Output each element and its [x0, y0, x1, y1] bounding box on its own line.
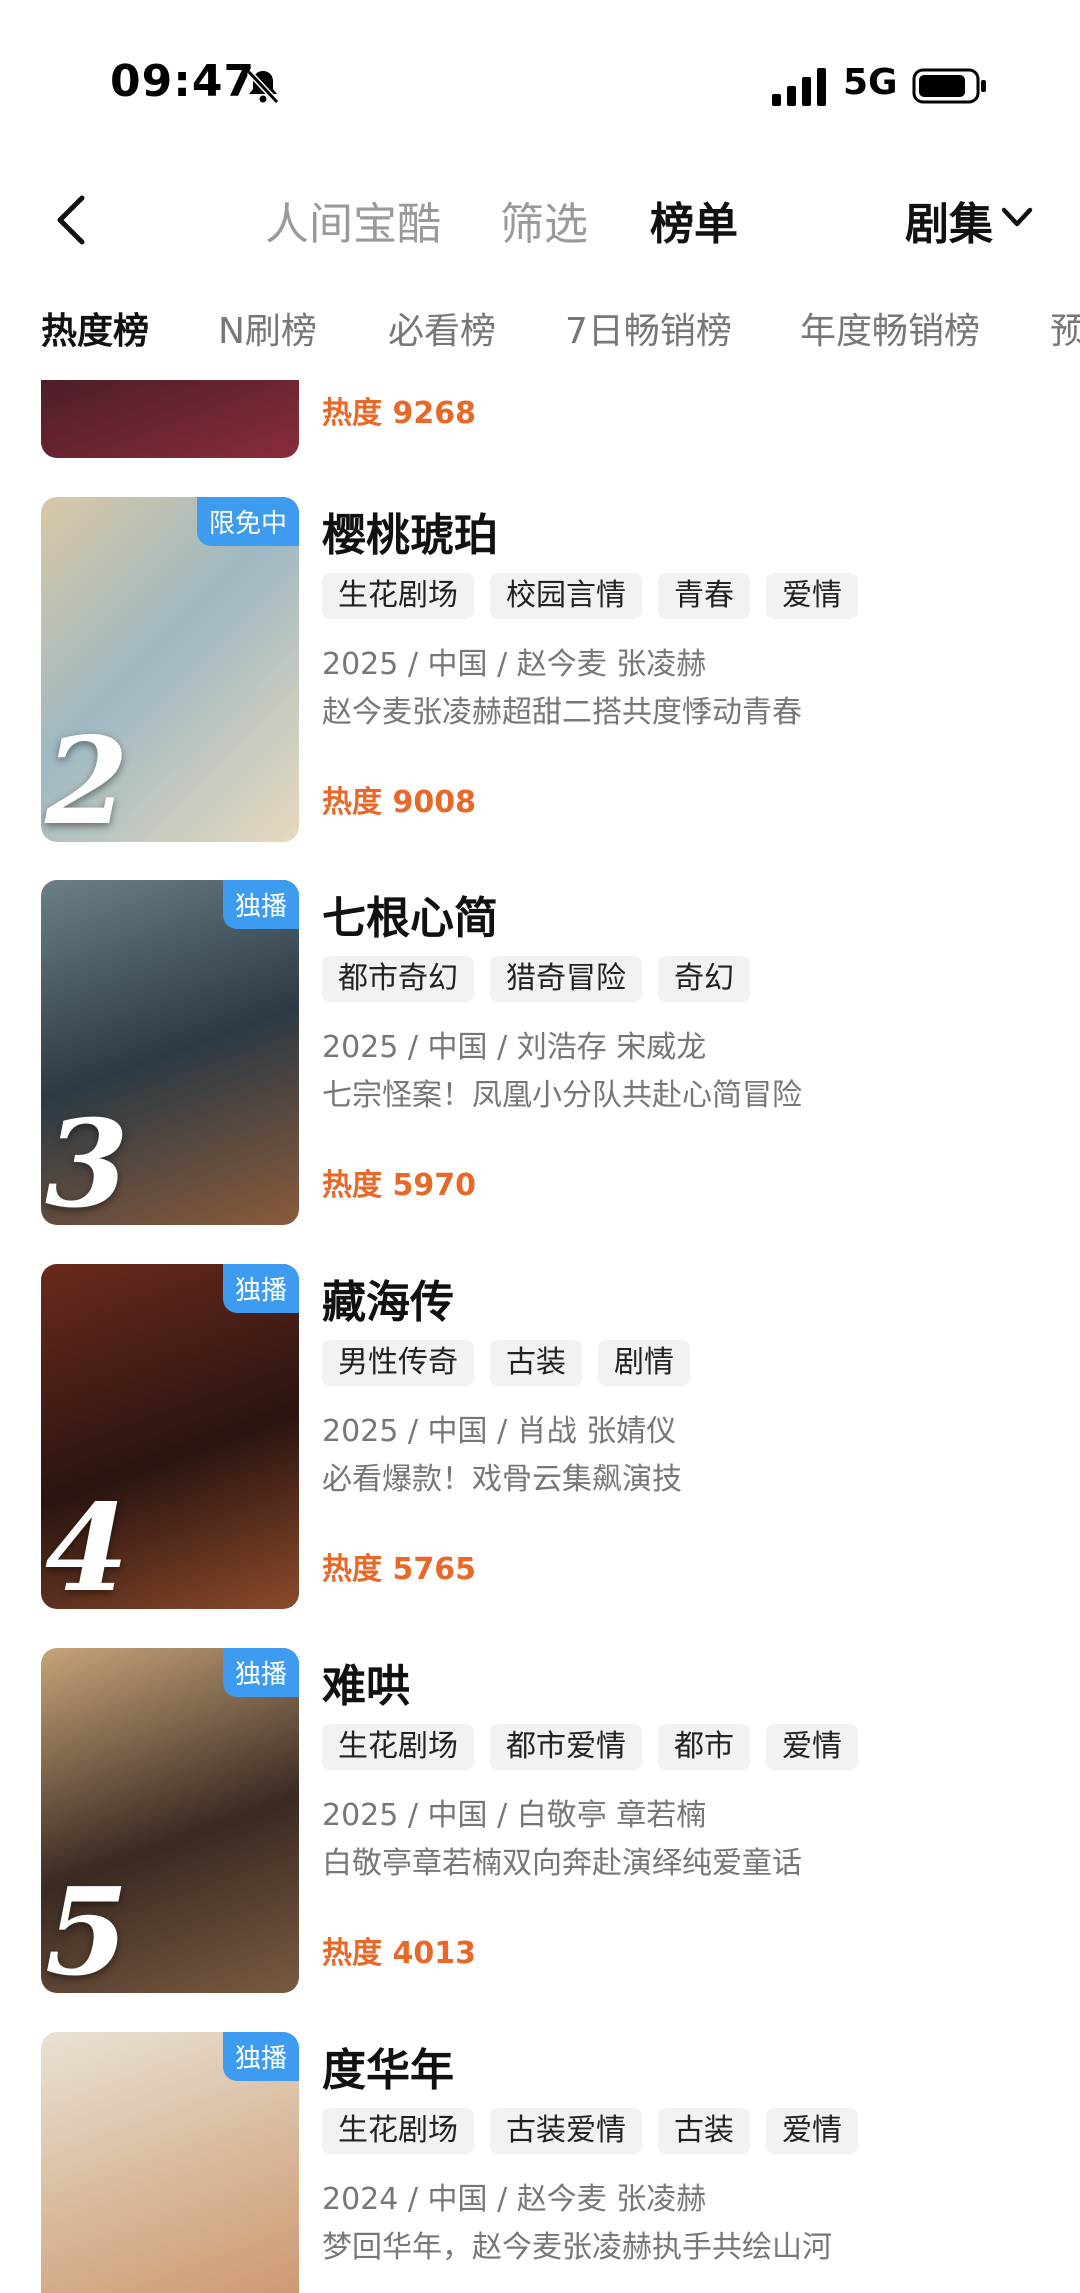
tag-list: 生花剧场 校园言情 青春 爱情 [322, 573, 874, 621]
subtab-annual-bestseller[interactable]: 年度畅销榜 [800, 302, 980, 354]
heat-score: 热度 9008 [322, 785, 476, 820]
tab-renjian-baoku[interactable]: 人间宝酷 [265, 188, 441, 252]
drama-ranking-list: 热度 9268 限免中 2 樱桃琥珀 生花剧场 校园言情 青春 爱情 2025 / 中… [0, 380, 1080, 2293]
list-item[interactable]: 独播 4 藏海传 男性传奇 古装 剧情 2025 / 中国 / 肖战 张婧仪 必看爆… [0, 1264, 1080, 1609]
poster-image[interactable]: 限免中 2 [41, 497, 299, 842]
drama-title[interactable]: 度华年 [322, 2034, 454, 2098]
drama-description: 七宗怪案！凤凰小分队共赴心简冒险 [322, 1078, 802, 1113]
tag[interactable]: 爱情 [766, 1724, 858, 1770]
tag[interactable]: 古装 [658, 2108, 750, 2154]
heat-score: 热度 4013 [322, 1936, 476, 1971]
status-badge: 独播 [222, 880, 299, 929]
heat-score: 热度 9268 [322, 396, 476, 431]
status-bar: 09:47 5G [0, 0, 1080, 170]
status-badge: 独播 [222, 2032, 299, 2081]
list-item[interactable]: 热度 9268 [0, 380, 1080, 458]
tag[interactable]: 都市 [658, 1724, 750, 1770]
tab-rankings[interactable]: 榜单 [650, 188, 738, 252]
bell-muted-icon [246, 69, 280, 105]
poster-image[interactable]: 独播 5 [41, 1648, 299, 1993]
network-label: 5G [843, 62, 898, 103]
battery-icon [912, 68, 986, 104]
poster-image[interactable]: 独播 4 [41, 1264, 299, 1609]
tag-list: 生花剧场 都市爱情 都市 爱情 [322, 1724, 874, 1772]
drama-description: 必看爆款！戏骨云集飙演技 [322, 1462, 682, 1497]
subtab-heat[interactable]: 热度榜 [41, 302, 149, 354]
list-item[interactable]: 限免中 2 樱桃琥珀 生花剧场 校园言情 青春 爱情 2025 / 中国 / 赵今麦 … [0, 497, 1080, 842]
tab-filter[interactable]: 筛选 [500, 188, 588, 252]
drama-meta: 2025 / 中国 / 肖战 张婧仪 [322, 1414, 677, 1449]
tag[interactable]: 古装爱情 [490, 2108, 642, 2154]
rank-number: 3 [45, 1094, 129, 1225]
tag[interactable]: 都市爱情 [490, 1724, 642, 1770]
list-item[interactable]: 独播 3 七根心简 都市奇幻 猎奇冒险 奇幻 2025 / 中国 / 刘浩存 宋威龙… [0, 880, 1080, 1225]
tag[interactable]: 古装 [490, 1340, 582, 1386]
tag[interactable]: 生花剧场 [322, 573, 474, 619]
back-arrow-icon[interactable] [48, 192, 98, 248]
tag-list: 男性传奇 古装 剧情 [322, 1340, 706, 1388]
drama-description: 梦回华年，赵今麦张凌赫执手共绘山河 [322, 2230, 832, 2265]
signal-icon [772, 68, 826, 106]
status-badge: 独播 [222, 1648, 299, 1697]
ranking-subtabs: 热度榜 N刷榜 必看榜 7日畅销榜 年度畅销榜 预 [0, 290, 1080, 360]
rank-number: 5 [45, 1862, 129, 1993]
tag[interactable]: 青春 [658, 573, 750, 619]
drama-description: 白敬亭章若楠双向奔赴演绎纯爱童话 [322, 1846, 802, 1881]
tag-list: 都市奇幻 猎奇冒险 奇幻 [322, 956, 766, 1004]
poster-image[interactable] [41, 380, 299, 458]
tag-list: 生花剧场 古装爱情 古装 爱情 [322, 2108, 874, 2156]
tag[interactable]: 爱情 [766, 2108, 858, 2154]
subtab-more[interactable]: 预 [1050, 302, 1080, 354]
drama-title[interactable]: 难哄 [322, 1650, 410, 1714]
tag[interactable]: 猎奇冒险 [490, 956, 642, 1002]
status-badge: 独播 [222, 1264, 299, 1313]
tag[interactable]: 生花剧场 [322, 1724, 474, 1770]
subtab-7day-bestseller[interactable]: 7日畅销榜 [565, 302, 732, 354]
rank-number: 2 [45, 711, 129, 842]
tag[interactable]: 男性传奇 [322, 1340, 474, 1386]
drama-meta: 2025 / 中国 / 白敬亭 章若楠 [322, 1798, 707, 1833]
poster-image[interactable]: 独播 3 [41, 880, 299, 1225]
chevron-down-icon[interactable] [1000, 204, 1034, 232]
list-item[interactable]: 独播 度华年 生花剧场 古装爱情 古装 爱情 2024 / 中国 / 赵今麦 张凌赫 … [0, 2032, 1080, 2293]
top-nav: 人间宝酷 筛选 榜单 剧集 [0, 170, 1080, 270]
drama-title[interactable]: 七根心简 [322, 882, 498, 946]
clock: 09:47 [110, 56, 256, 107]
drama-title[interactable]: 藏海传 [322, 1266, 454, 1330]
drama-title[interactable]: 樱桃琥珀 [322, 499, 498, 563]
rank-number: 4 [45, 1478, 129, 1609]
tag[interactable]: 爱情 [766, 573, 858, 619]
drama-meta: 2024 / 中国 / 赵今麦 张凌赫 [322, 2182, 707, 2217]
subtab-rewatch[interactable]: N刷榜 [218, 302, 317, 354]
list-item[interactable]: 独播 5 难哄 生花剧场 都市爱情 都市 爱情 2025 / 中国 / 白敬亭 章若楠… [0, 1648, 1080, 1993]
tag[interactable]: 剧情 [598, 1340, 690, 1386]
heat-score: 热度 5970 [322, 1168, 476, 1203]
poster-image[interactable]: 独播 [41, 2032, 299, 2293]
status-badge: 限免中 [196, 497, 299, 546]
subtab-must-watch[interactable]: 必看榜 [388, 302, 496, 354]
tag[interactable]: 都市奇幻 [322, 956, 474, 1002]
drama-description: 赵今麦张凌赫超甜二搭共度悸动青春 [322, 695, 802, 730]
tag[interactable]: 生花剧场 [322, 2108, 474, 2154]
tag[interactable]: 校园言情 [490, 573, 642, 619]
drama-meta: 2025 / 中国 / 赵今麦 张凌赫 [322, 647, 707, 682]
category-dropdown[interactable]: 剧集 [905, 188, 993, 252]
tag[interactable]: 奇幻 [658, 956, 750, 1002]
drama-meta: 2025 / 中国 / 刘浩存 宋威龙 [322, 1030, 707, 1065]
heat-score: 热度 5765 [322, 1552, 476, 1587]
